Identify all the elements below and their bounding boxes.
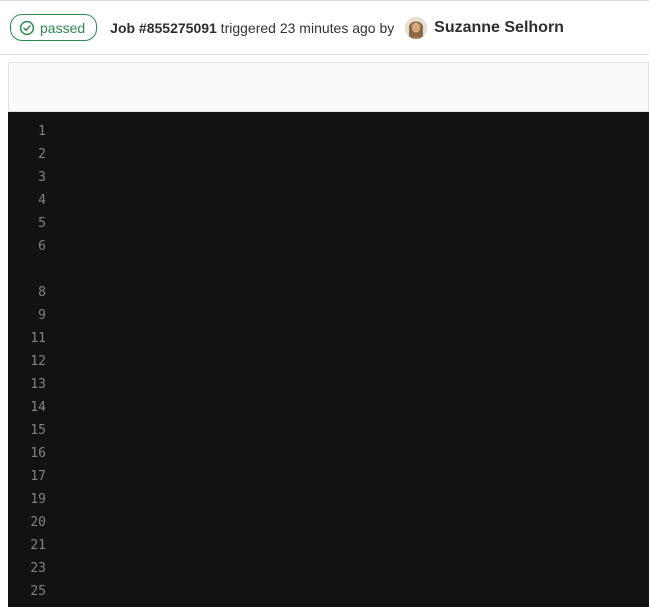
avatar[interactable]: [405, 17, 427, 39]
log-row: 23 Cleaning up file based variables: [8, 557, 649, 580]
log-line-number[interactable]: 20: [8, 511, 46, 534]
log-line-number[interactable]: 4: [8, 189, 46, 212]
log-line-number[interactable]: 25: [8, 580, 46, 603]
log-line-number[interactable]: 15: [8, 419, 46, 442]
log-row: 13 Fetching changes with git depth set t…: [8, 373, 649, 396]
log-row: 11 Getting source from Git repository: [8, 327, 649, 350]
log-line-number[interactable]: 6: [8, 235, 46, 258]
log-row: 6 Using docker image sha256:b7280b81558d…: [8, 235, 649, 258]
log-line-number[interactable]: 8: [8, 281, 46, 304]
log-line-number[interactable]: 21: [8, 534, 46, 557]
log-line-number[interactable]: 5: [8, 212, 46, 235]
log-row: 4 Using Docker executor with image ruby:…: [8, 189, 649, 212]
log-line-number[interactable]: 16: [8, 442, 46, 465]
log-row: 21 This job deploys something from the m…: [8, 534, 649, 557]
triggered-text: triggered 23 minutes ago by: [217, 20, 398, 36]
log-row: 16 Checking out 7353da73 as master...: [8, 442, 649, 465]
log-row: 8 Preparing environment: [8, 281, 649, 304]
log-toolbar-panel: [8, 62, 649, 112]
log-row: 12 $ eval "$CI_PRE_CLONE_SCRIPT": [8, 350, 649, 373]
log-row: 5 Pulling docker image ruby:2.5 ...: [8, 212, 649, 235]
log-row: 3 Preparing the "docker+machine" executo…: [8, 166, 649, 189]
job-title: Job #855275091: [110, 20, 217, 36]
status-badge-label: passed: [40, 20, 85, 36]
log-row: 9 Running on runner-ed2dce3a-project-163…: [8, 304, 649, 327]
log-line-number[interactable]: 19: [8, 488, 46, 511]
log-line-number[interactable]: 1: [8, 120, 46, 143]
log-line-number[interactable]: 17: [8, 465, 46, 488]
log-row: 15 Created fresh repository.: [8, 419, 649, 442]
job-log: 1 Running with gitlab-runner 13.6.0-rc1 …: [8, 112, 649, 607]
log-line-number[interactable]: 11: [8, 327, 46, 350]
log-line-number[interactable]: 2: [8, 143, 46, 166]
log-row: 25 Job succeeded: [8, 580, 649, 603]
user-name[interactable]: Suzanne Selhorn: [434, 19, 564, 37]
check-circle-icon: [19, 20, 35, 36]
log-row: 17 Skipping Git submodules setup: [8, 465, 649, 488]
log-row: 2 on docker-auto-scale ed2dce3a: [8, 143, 649, 166]
log-row: 14 Initialized empty Git repository in /…: [8, 396, 649, 419]
log-line-number[interactable]: 14: [8, 396, 46, 419]
log-line-number[interactable]: 23: [8, 557, 46, 580]
log-line-number[interactable]: 13: [8, 373, 46, 396]
log-row: 20 $ echo "This job deploys something fr…: [8, 511, 649, 534]
log-line-number[interactable]: 12: [8, 350, 46, 373]
job-header-bar: passed Job #855275091 triggered 23 minut…: [0, 0, 649, 55]
log-row: 19 Executing "step_script" stage of the …: [8, 488, 649, 511]
log-line-number[interactable]: 3: [8, 166, 46, 189]
log-row: 1 Running with gitlab-runner 13.6.0-rc1 …: [8, 120, 649, 143]
log-row: ed62cd60e4fb5bf4132943d6fa2688 ...: [8, 258, 649, 281]
job-meta: Job #855275091 triggered 23 minutes ago …: [110, 20, 398, 36]
status-badge[interactable]: passed: [10, 14, 97, 41]
log-line-number[interactable]: 9: [8, 304, 46, 327]
